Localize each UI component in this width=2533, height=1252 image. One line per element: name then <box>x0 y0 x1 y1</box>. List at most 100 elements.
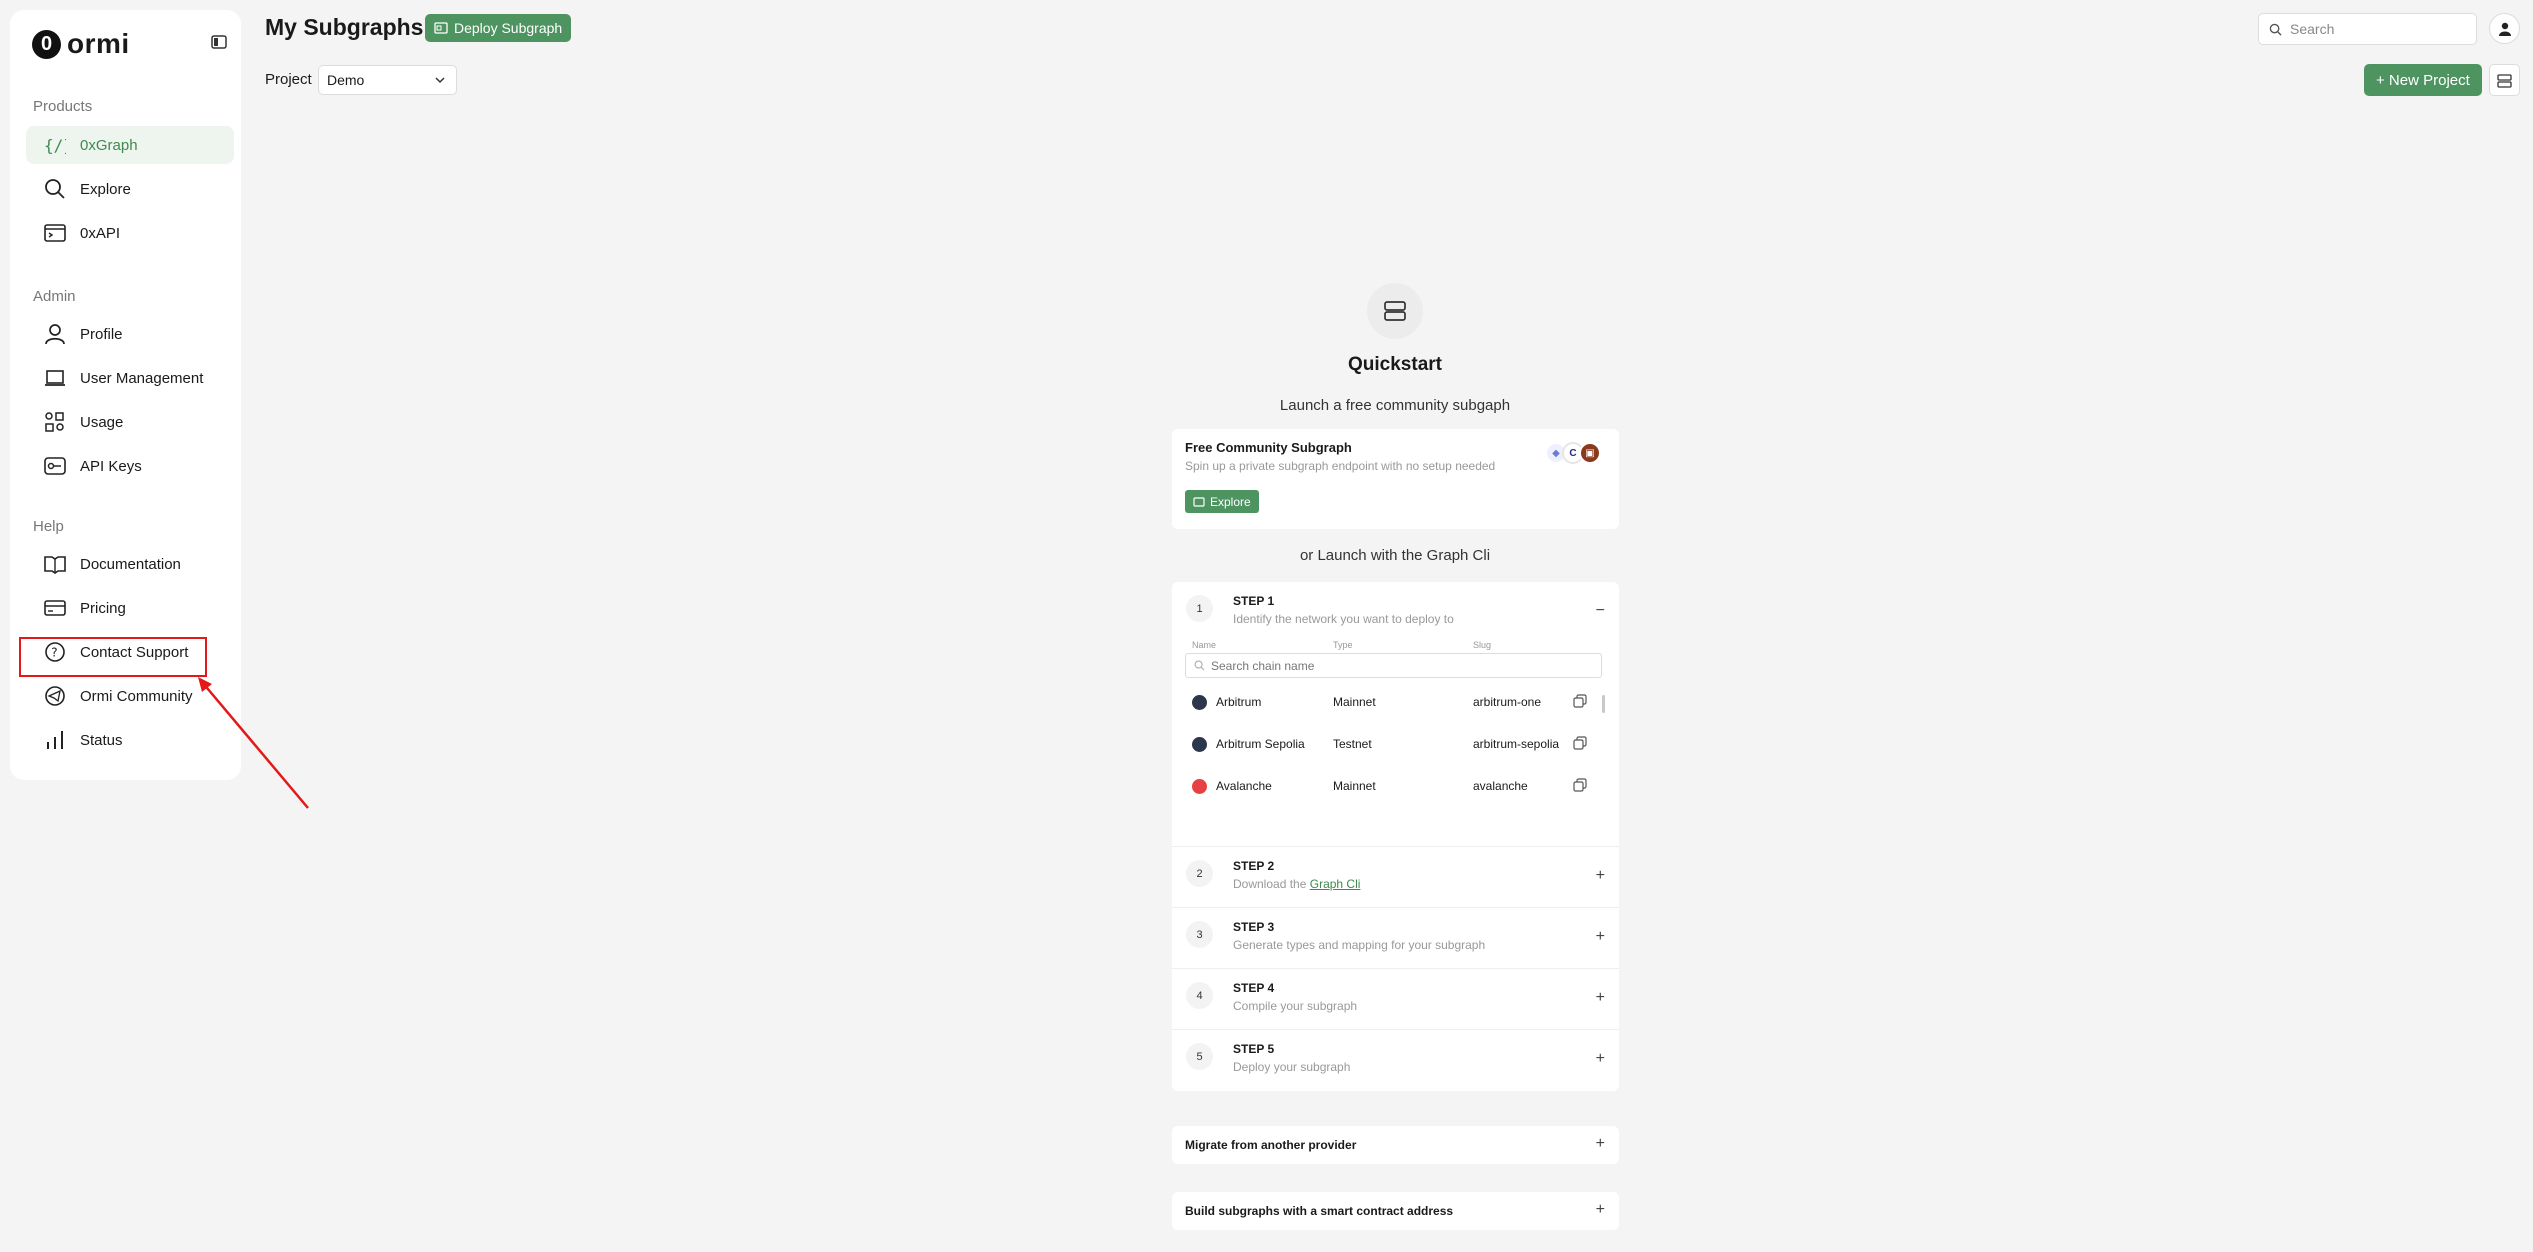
code-braces-icon: {/} <box>44 136 66 155</box>
chain-row: Arbitrum Mainnet arbitrum-one <box>1185 682 1595 724</box>
new-project-button[interactable]: + New Project <box>2364 64 2482 96</box>
step-5[interactable]: 5 STEP 5 Deploy your subgraph + <box>1172 1029 1619 1090</box>
step-description: Deploy your subgraph <box>1233 1060 1351 1074</box>
sidebar-item-label: Usage <box>80 413 124 431</box>
sidebar-item-0xgraph[interactable]: {/} 0xGraph <box>26 126 234 164</box>
explore-button[interactable]: Explore <box>1185 490 1259 513</box>
project-select-value: Demo <box>327 72 365 88</box>
new-project-label: + New Project <box>2376 71 2470 89</box>
usage-icon <box>45 412 64 432</box>
layout-toggle-button[interactable] <box>2489 64 2520 96</box>
step-4[interactable]: 4 STEP 4 Compile your subgraph + <box>1172 968 1619 1029</box>
chain-row: Avalanche Mainnet avalanche <box>1185 766 1595 808</box>
credit-card-icon <box>44 600 66 616</box>
sidebar-item-label: User Management <box>80 369 204 387</box>
search-icon <box>1194 660 1205 671</box>
step-title: STEP 1 <box>1233 594 1275 608</box>
copy-icon[interactable] <box>1573 778 1587 792</box>
chain-logo-icon: ▣ <box>1579 442 1601 464</box>
sidebar-item-pricing[interactable]: Pricing <box>26 589 234 627</box>
migrate-accordion[interactable]: Migrate from another provider + <box>1172 1126 1619 1164</box>
sidebar-item-label: Pricing <box>80 599 126 617</box>
sidebar-item-label: Profile <box>80 325 123 343</box>
expand-plus-icon[interactable]: + <box>1596 1201 1605 1219</box>
expand-plus-icon[interactable]: + <box>1596 989 1605 1007</box>
layout-rows-icon <box>2497 73 2512 88</box>
expand-plus-icon[interactable]: + <box>1596 928 1605 946</box>
step-3[interactable]: 3 STEP 3 Generate types and mapping for … <box>1172 907 1619 968</box>
copy-icon[interactable] <box>1573 694 1587 708</box>
copy-icon[interactable] <box>1573 736 1587 750</box>
project-select[interactable]: Demo <box>318 65 457 95</box>
search-input[interactable]: Search <box>2258 13 2477 45</box>
chain-name: Avalanche <box>1216 779 1272 793</box>
step-title: STEP 4 <box>1233 981 1275 995</box>
sidebar-item-usage[interactable]: Usage <box>26 403 234 441</box>
explore-icon <box>1193 496 1205 507</box>
chain-type: Mainnet <box>1333 779 1376 793</box>
step-description: Generate types and mapping for your subg… <box>1233 938 1486 952</box>
section-label-products: Products <box>33 98 93 115</box>
arbitrum-icon <box>1192 695 1207 710</box>
expand-plus-icon[interactable]: + <box>1596 1050 1605 1068</box>
sidebar-item-documentation[interactable]: Documentation <box>26 545 234 583</box>
laptop-icon <box>45 370 65 386</box>
chain-name: Arbitrum <box>1216 695 1262 709</box>
arbitrum-icon <box>1192 737 1207 752</box>
sidebar-item-profile[interactable]: Profile <box>26 315 234 353</box>
sidebar-item-label: 0xGraph <box>80 136 138 154</box>
logo-mark: 0 <box>32 29 61 59</box>
sidebar-item-user-management[interactable]: User Management <box>26 359 234 397</box>
collapse-minus-icon[interactable]: − <box>1596 602 1605 620</box>
step-description: Identify the network you want to deploy … <box>1233 612 1454 626</box>
chain-type: Testnet <box>1333 737 1372 751</box>
or-launch-text: or Launch with the Graph Cli <box>1299 547 1491 564</box>
chain-search-input[interactable]: Search chain name <box>1185 653 1602 678</box>
page-title: My Subgraphs <box>265 14 424 40</box>
chain-slug: arbitrum-sepolia <box>1473 737 1560 751</box>
search-icon <box>2269 23 2282 36</box>
chevron-down-icon <box>435 77 445 84</box>
sidebar-item-label: API Keys <box>80 457 142 475</box>
step-1: 1 STEP 1 Identify the network you want t… <box>1172 582 1619 846</box>
chain-type: Mainnet <box>1333 695 1376 709</box>
deploy-subgraph-button[interactable]: Deploy Subgraph <box>425 14 572 42</box>
sidebar-item-label: 0xAPI <box>80 224 121 242</box>
ormi-logo[interactable]: 0 ormi <box>32 28 130 60</box>
step-number: 3 <box>1186 921 1213 948</box>
step-description: Download the Graph Cli <box>1233 877 1360 891</box>
steps-card: 1 STEP 1 Identify the network you want t… <box>1172 582 1619 1091</box>
step-title: STEP 5 <box>1233 1042 1275 1056</box>
column-header-slug: Slug <box>1473 640 1492 650</box>
sidebar-collapse-icon[interactable] <box>210 33 228 51</box>
step-description-prefix: Download the <box>1233 877 1307 891</box>
step-title: STEP 2 <box>1233 859 1275 873</box>
column-header-type: Type <box>1333 640 1353 650</box>
sidebar-item-label: Ormi Community <box>80 687 193 705</box>
sidebar-item-label: Documentation <box>80 555 181 573</box>
build-contract-accordion[interactable]: Build subgraphs with a smart contract ad… <box>1172 1192 1619 1230</box>
expand-plus-icon[interactable]: + <box>1596 867 1605 885</box>
step-2[interactable]: 2 STEP 2 Download the Graph Cli + <box>1172 846 1619 907</box>
user-avatar[interactable] <box>2489 13 2520 44</box>
column-header-name: Name <box>1192 640 1217 650</box>
sidebar-item-0xapi[interactable]: 0xAPI <box>26 214 234 252</box>
annotation-highlight-box <box>19 637 207 677</box>
chain-slug: avalanche <box>1473 779 1528 793</box>
step-title: STEP 3 <box>1233 920 1275 934</box>
user-icon <box>45 324 65 345</box>
expand-plus-icon[interactable]: + <box>1596 1135 1605 1153</box>
chain-slug: arbitrum-one <box>1473 695 1542 709</box>
deploy-icon <box>434 22 448 34</box>
avalanche-icon <box>1192 779 1207 794</box>
annotation-arrow <box>198 677 309 809</box>
chain-logos: ◆ C ▣ <box>1545 442 1601 464</box>
graph-cli-link[interactable]: Graph Cli <box>1310 877 1361 891</box>
logo-text: ormi <box>67 28 130 59</box>
sidebar-item-label: Explore <box>80 180 131 198</box>
sidebar-item-api-keys[interactable]: API Keys <box>26 447 234 485</box>
chain-list-scrollbar[interactable] <box>1602 695 1605 713</box>
sidebar-item-explore[interactable]: Explore <box>26 170 234 208</box>
quickstart-subtitle: Launch a free community subgaph <box>1279 397 1511 414</box>
search-placeholder: Search <box>2290 21 2335 37</box>
